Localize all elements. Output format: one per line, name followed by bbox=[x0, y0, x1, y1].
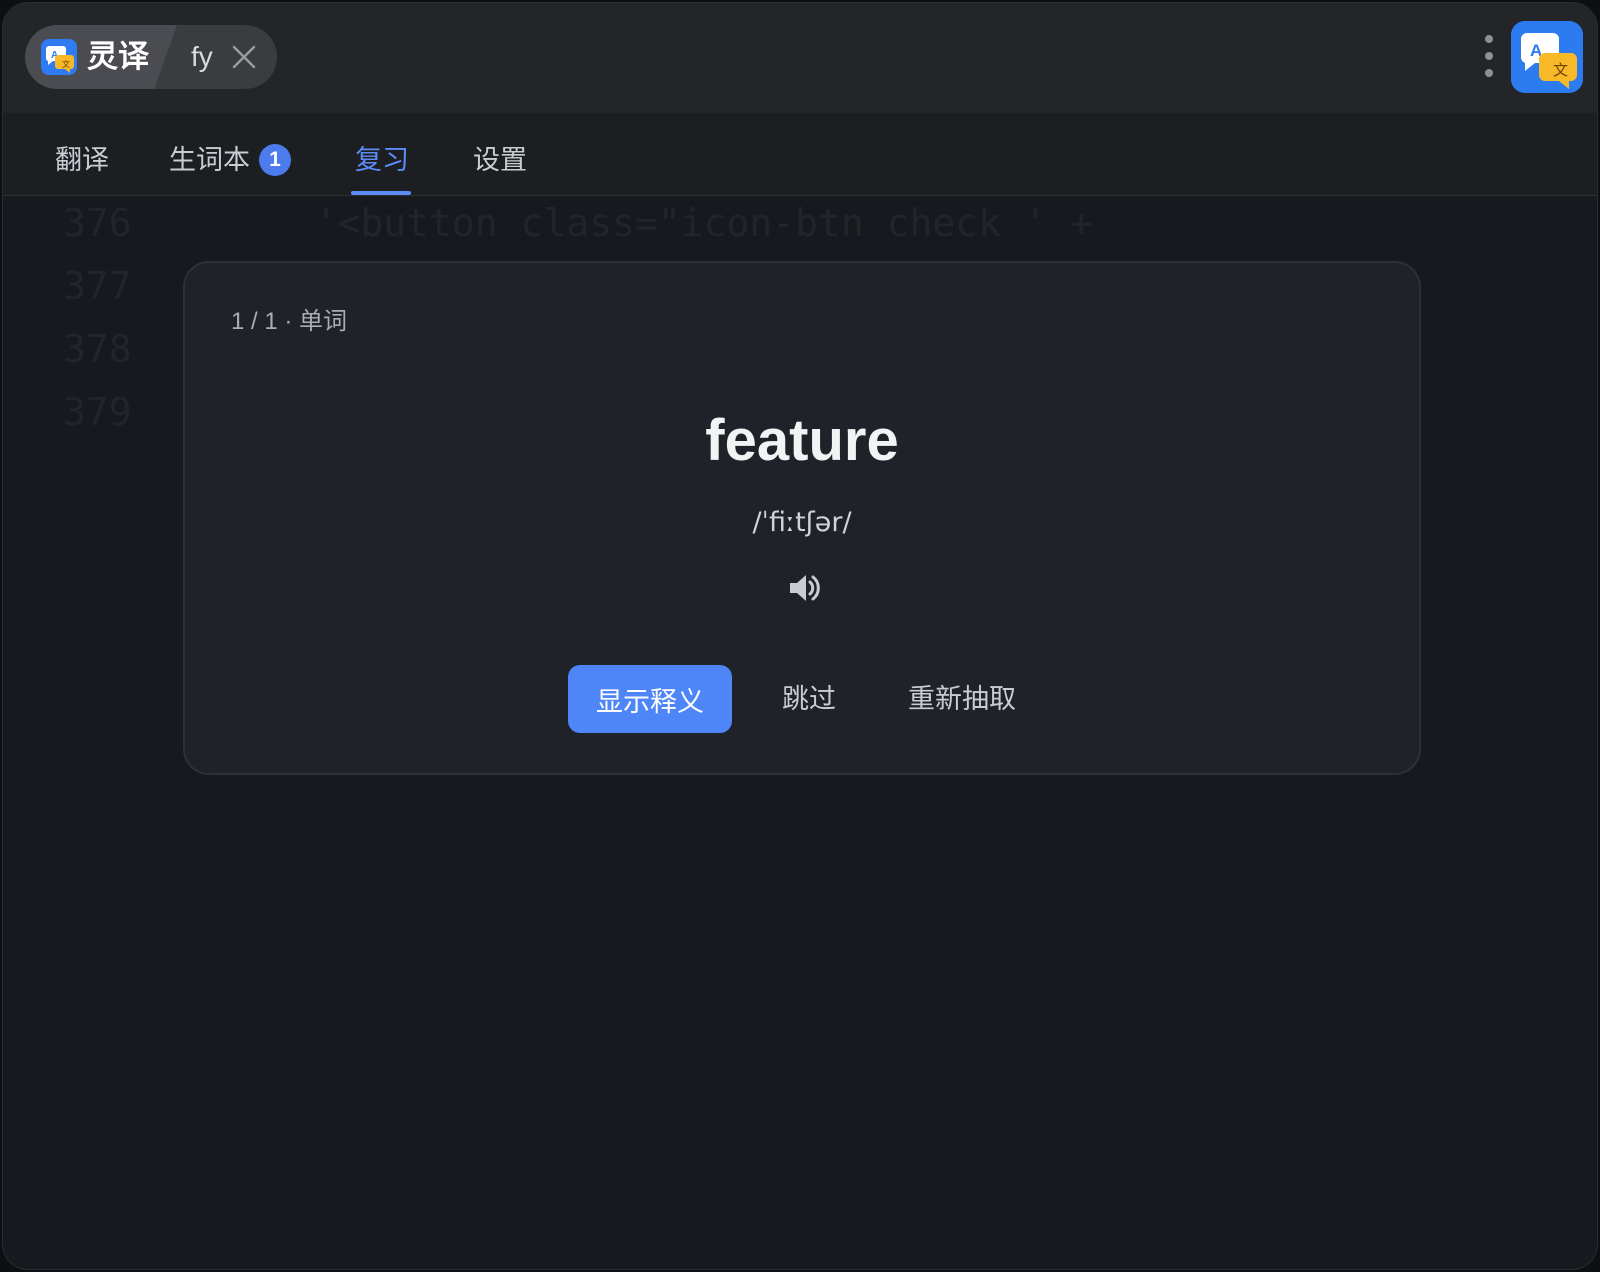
svg-text:文: 文 bbox=[62, 59, 70, 69]
review-word: feature bbox=[705, 408, 899, 473]
translate-app-icon: A 文 bbox=[41, 39, 77, 75]
show-meaning-button[interactable]: 显示释义 bbox=[568, 665, 732, 733]
more-vertical-icon[interactable] bbox=[1483, 35, 1495, 81]
redraw-button[interactable]: 重新抽取 bbox=[907, 665, 1017, 733]
plugin-pill: A 文 灵译 fy bbox=[25, 25, 277, 89]
speaker-icon[interactable] bbox=[787, 571, 821, 605]
plugin-keyword: fy bbox=[191, 41, 213, 72]
close-icon[interactable] bbox=[230, 43, 258, 71]
tab-settings[interactable]: 设置 bbox=[473, 143, 527, 177]
skip-button[interactable]: 跳过 bbox=[779, 665, 839, 733]
active-tab-indicator bbox=[351, 191, 411, 195]
svg-text:文: 文 bbox=[1553, 61, 1568, 79]
tab-translate[interactable]: 翻译 bbox=[55, 143, 109, 177]
review-progress: 1 / 1 · 单词 bbox=[231, 308, 348, 335]
tab-wordbook[interactable]: 生词本 bbox=[169, 143, 250, 177]
app-window: 377 function bookItemHtml(r) { 374 '<div… bbox=[2, 2, 1598, 1270]
tab-bar: 翻译 生词本 1 复习 设置 bbox=[3, 113, 1597, 196]
tab-review[interactable]: 复习 bbox=[355, 143, 409, 177]
word-phonetic: /ˈfiːtʃər/ bbox=[752, 507, 852, 538]
translate-logo-icon[interactable]: A 文 bbox=[1511, 21, 1583, 93]
app-name: 灵译 bbox=[87, 39, 149, 74]
wordbook-count-badge: 1 bbox=[259, 144, 291, 176]
review-card: 1 / 1 · 单词 feature /ˈfiːtʃər/ 显示释义 跳过 重新… bbox=[183, 261, 1421, 775]
title-bar: A 文 灵译 fy A 文 bbox=[3, 3, 1597, 113]
